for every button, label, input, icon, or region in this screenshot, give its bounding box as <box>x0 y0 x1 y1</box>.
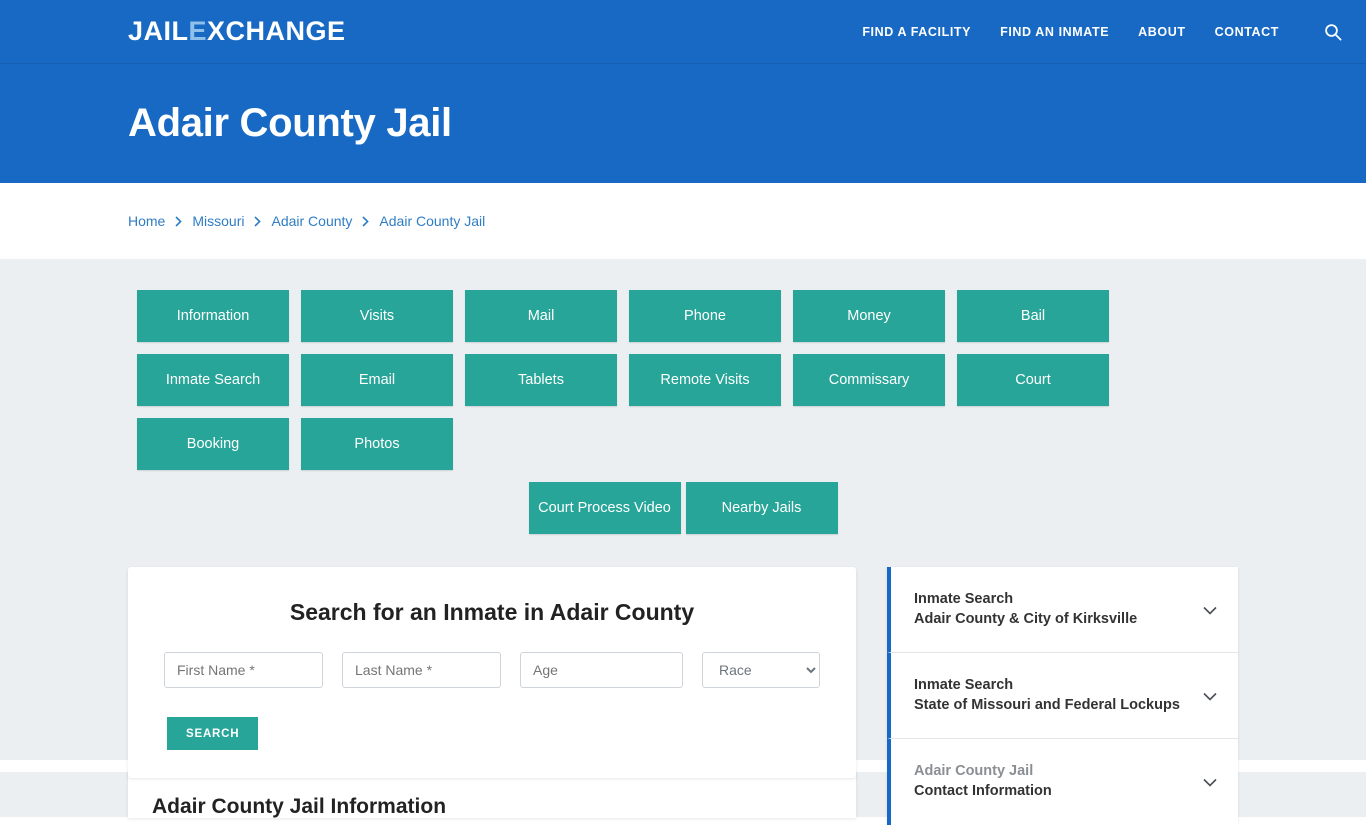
breadcrumb: Home Missouri Adair County Adair County … <box>128 213 485 229</box>
section-button-phone[interactable]: Phone <box>629 290 781 342</box>
site-header: JAILEXCHANGE FIND A FACILITY FIND AN INM… <box>0 0 1366 64</box>
breadcrumb-item-home[interactable]: Home <box>128 213 165 229</box>
section-button-court[interactable]: Court <box>957 354 1109 406</box>
race-select[interactable]: Race <box>702 652 820 688</box>
breadcrumb-band: Home Missouri Adair County Adair County … <box>0 183 1366 259</box>
chevron-right-icon <box>175 215 183 227</box>
accordion-item-line1: Inmate Search <box>914 590 1014 607</box>
chevron-down-icon[interactable] <box>1200 686 1220 706</box>
first-name-input[interactable] <box>164 652 323 688</box>
section-button-inmate-search[interactable]: Inmate Search <box>137 354 289 406</box>
section-button-bail[interactable]: Bail <box>957 290 1109 342</box>
accordion-item-line2: Adair County & City of Kirksville <box>914 610 1138 627</box>
page-title-band: Adair County Jail <box>0 64 1366 183</box>
chevron-right-icon <box>362 215 370 227</box>
accordion-item-contact-information[interactable]: Adair County Jail Contact Information <box>887 739 1238 825</box>
accordion-item-inmate-search-state[interactable]: Inmate Search State of Missouri and Fede… <box>887 653 1238 739</box>
accordion-item-text: Adair County Jail Contact Information <box>914 762 1190 801</box>
facility-information-heading: Adair County Jail Information <box>152 795 447 818</box>
accordion-item-text: Inmate Search State of Missouri and Fede… <box>914 676 1190 715</box>
accordion-item-line1: Inmate Search <box>914 676 1014 693</box>
section-button-email[interactable]: Email <box>301 354 453 406</box>
section-button-tablets[interactable]: Tablets <box>465 354 617 406</box>
accordion-item-line2: State of Missouri and Federal Lockups <box>914 696 1180 713</box>
section-button-nearby-jails[interactable]: Nearby Jails <box>685 482 838 534</box>
section-button-money[interactable]: Money <box>793 290 945 342</box>
accordion-item-line2: Contact Information <box>914 783 1052 799</box>
chevron-down-icon[interactable] <box>1200 772 1220 792</box>
chevron-right-icon <box>254 215 262 227</box>
page-title: Adair County Jail <box>128 101 452 145</box>
nav-item-find-a-facility[interactable]: FIND A FACILITY <box>862 25 971 39</box>
main-nav: FIND A FACILITY FIND AN INMATE ABOUT CON… <box>862 23 1342 41</box>
main-content: Information Visits Mail Phone Money Bail… <box>0 259 1366 825</box>
logo-text-e: E <box>188 16 208 46</box>
nav-item-about[interactable]: ABOUT <box>1138 25 1185 39</box>
section-button-commissary[interactable]: Commissary <box>793 354 945 406</box>
age-input[interactable] <box>520 652 683 688</box>
inmate-search-fields: Race <box>148 652 836 688</box>
facility-section-buttons-row3: Court Process Video Nearby Jails <box>137 482 1229 534</box>
accordion-item-text: Inmate Search Adair County & City of Kir… <box>914 590 1190 629</box>
section-button-mail[interactable]: Mail <box>465 290 617 342</box>
facility-information-card: Adair County Jail Information <box>128 772 856 818</box>
breadcrumb-item-adair-county-jail[interactable]: Adair County Jail <box>379 213 485 229</box>
section-button-court-process-video[interactable]: Court Process Video <box>528 482 681 534</box>
section-button-information[interactable]: Information <box>137 290 289 342</box>
site-logo[interactable]: JAILEXCHANGE <box>128 16 346 47</box>
inmate-search-heading: Search for an Inmate in Adair County <box>289 599 695 625</box>
logo-text-xchange: XCHANGE <box>207 16 346 46</box>
breadcrumb-item-adair-county[interactable]: Adair County <box>271 213 352 229</box>
accordion-item-line1: Adair County Jail <box>914 763 1034 780</box>
search-icon[interactable] <box>1324 23 1342 41</box>
section-button-visits[interactable]: Visits <box>301 290 453 342</box>
section-button-remote-visits[interactable]: Remote Visits <box>629 354 781 406</box>
accordion-item-inmate-search-county[interactable]: Inmate Search Adair County & City of Kir… <box>887 567 1238 653</box>
breadcrumb-item-missouri[interactable]: Missouri <box>192 213 244 229</box>
nav-item-find-an-inmate[interactable]: FIND AN INMATE <box>1000 25 1109 39</box>
last-name-input[interactable] <box>342 652 501 688</box>
sidebar-accordion: Inmate Search Adair County & City of Kir… <box>887 567 1238 825</box>
section-button-photos[interactable]: Photos <box>301 418 453 470</box>
chevron-down-icon[interactable] <box>1200 600 1220 620</box>
section-button-booking[interactable]: Booking <box>137 418 289 470</box>
nav-item-contact[interactable]: CONTACT <box>1215 25 1279 39</box>
facility-section-buttons: Information Visits Mail Phone Money Bail… <box>137 290 1229 470</box>
inmate-search-card: Search for an Inmate in Adair County Rac… <box>128 567 856 778</box>
search-submit-button[interactable]: SEARCH <box>167 717 259 750</box>
logo-text-jail: JAIL <box>128 16 189 46</box>
